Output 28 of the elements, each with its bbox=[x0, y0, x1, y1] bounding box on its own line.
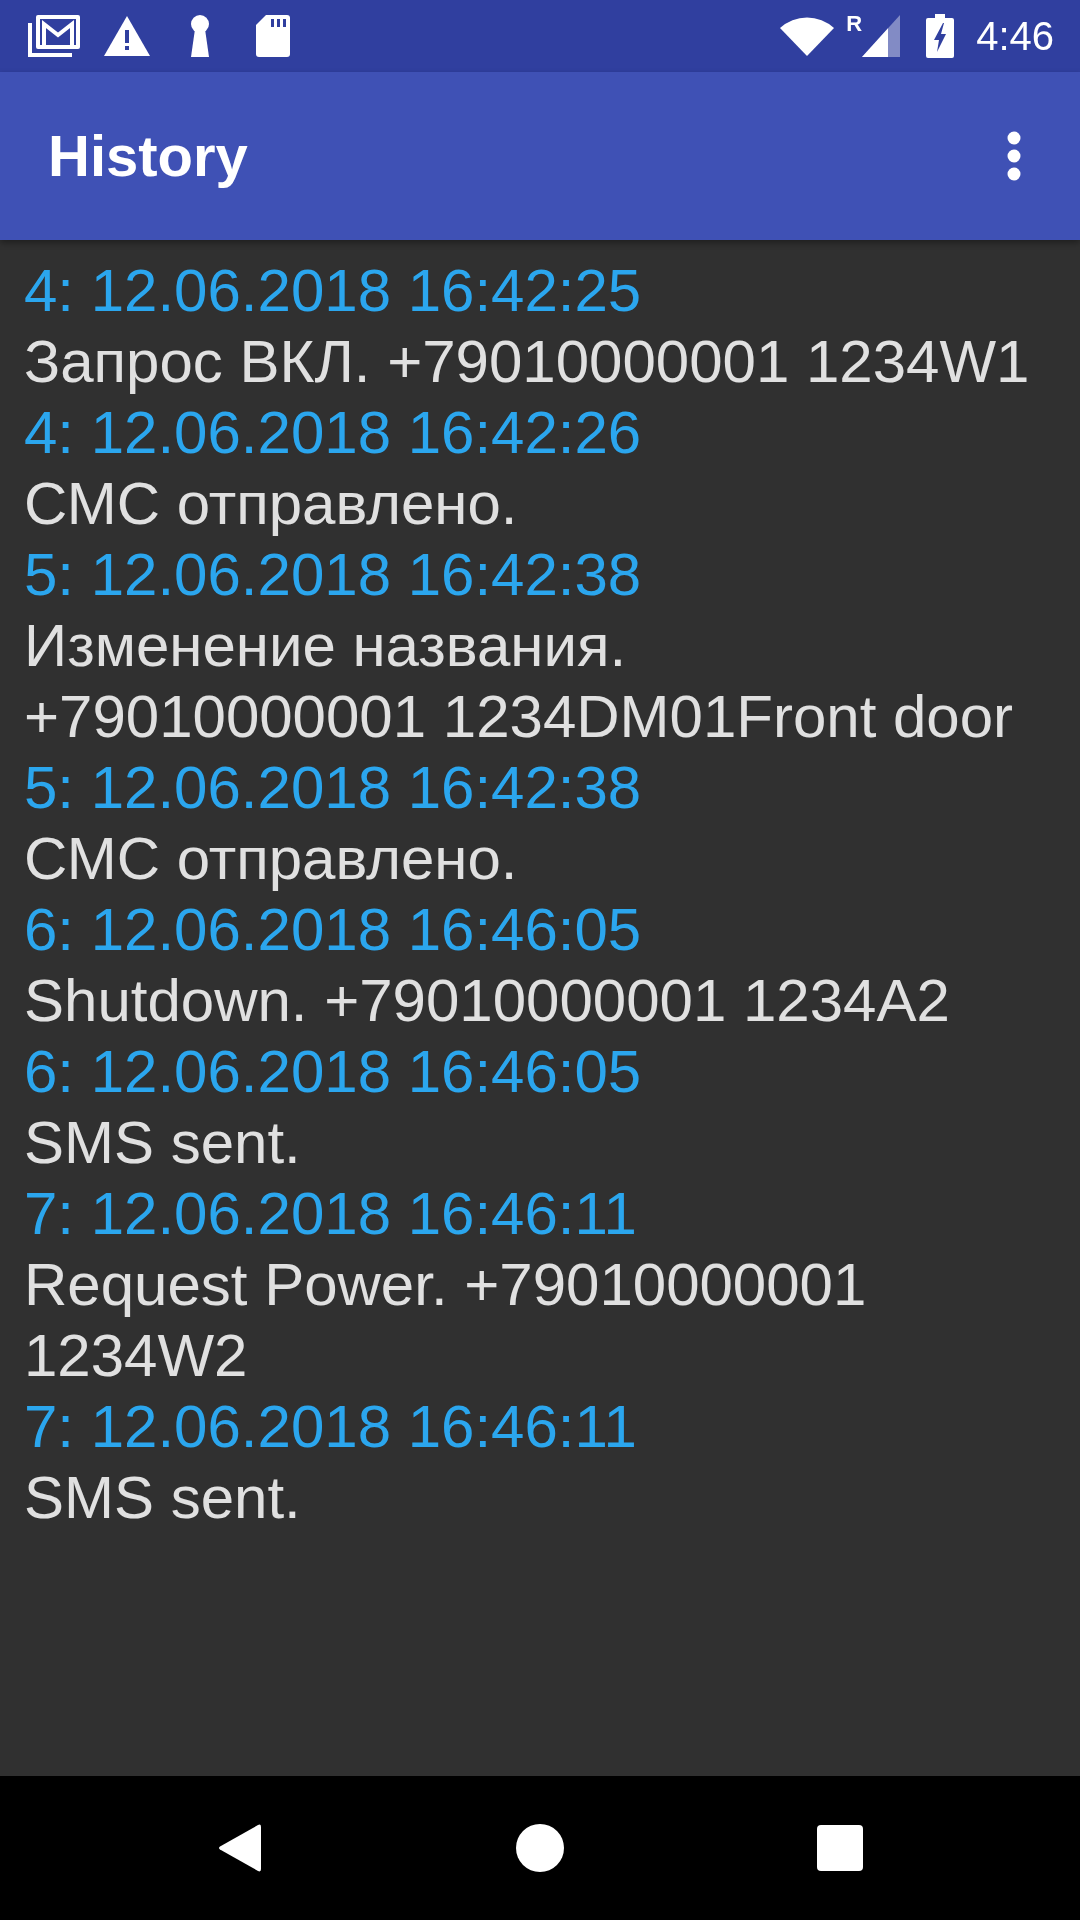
back-icon[interactable] bbox=[218, 1823, 262, 1873]
entry-message: SMS sent. bbox=[24, 1108, 301, 1178]
status-time: 4:46 bbox=[976, 13, 1054, 60]
more-options-icon[interactable] bbox=[1007, 131, 1021, 181]
battery-charging-icon bbox=[926, 14, 955, 58]
entry-timestamp: 5: 12.06.2018 16:42:38 bbox=[24, 540, 642, 610]
entry-timestamp: 6: 12.06.2018 16:46:05 bbox=[24, 1037, 642, 1107]
entry-timestamp: 6: 12.06.2018 16:46:05 bbox=[24, 895, 642, 965]
entry-timestamp: 7: 12.06.2018 16:46:11 bbox=[24, 1179, 637, 1249]
entry-message: Shutdown. +79010000001 1234A2 bbox=[24, 966, 950, 1036]
mail-icon bbox=[28, 15, 80, 57]
screen-title: History bbox=[48, 122, 248, 190]
entry-timestamp: 4: 12.06.2018 16:42:26 bbox=[24, 398, 642, 468]
signal-icon bbox=[862, 15, 901, 57]
entry-message: Изменение названия. +79010000001 1234DM01Front door bbox=[24, 611, 1014, 752]
entry-message: СМС отправлено. bbox=[24, 469, 518, 539]
entry-message: SMS sent. bbox=[24, 1463, 301, 1533]
entry-message: Запрос ВКЛ. +79010000001 1234W1 bbox=[24, 327, 1030, 397]
roaming-indicator: R bbox=[846, 14, 863, 34]
entry-timestamp: 7: 12.06.2018 16:46:11 bbox=[24, 1392, 637, 1462]
warning-icon bbox=[104, 16, 150, 56]
entry-timestamp: 4: 12.06.2018 16:42:25 bbox=[24, 256, 642, 326]
sd-card-icon bbox=[256, 15, 290, 57]
entry-timestamp: 5: 12.06.2018 16:42:38 bbox=[24, 753, 642, 823]
entry-message: СМС отправлено. bbox=[24, 824, 518, 894]
wifi-icon bbox=[780, 16, 835, 56]
home-icon[interactable] bbox=[516, 1824, 564, 1872]
entry-message: Request Power. +79010000001 1234W2 bbox=[24, 1250, 867, 1391]
